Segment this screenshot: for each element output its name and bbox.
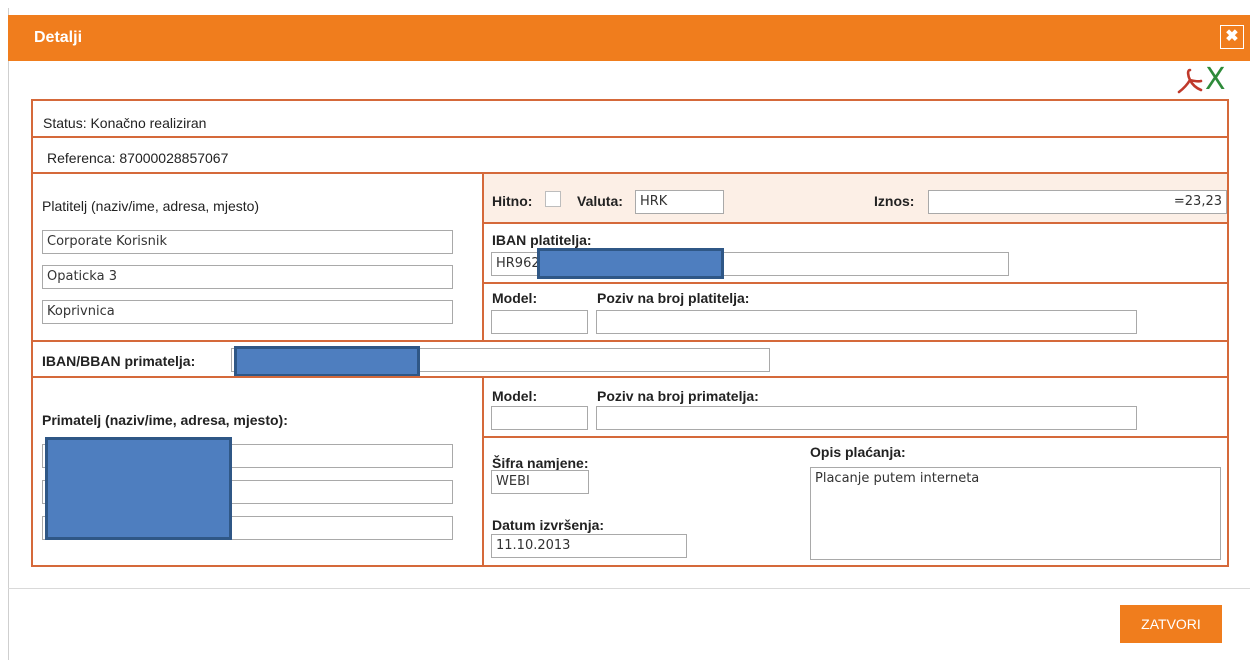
reference-row: Referenca: 87000028857067 bbox=[31, 136, 1229, 174]
redaction-block bbox=[45, 437, 232, 540]
redaction-block bbox=[234, 346, 420, 377]
payer-heading: Platitelj (naziv/ime, adresa, mjesto) bbox=[42, 198, 260, 214]
payer-model-label: Model: bbox=[492, 290, 538, 306]
amount-field[interactable]: =23,23 bbox=[928, 190, 1227, 214]
excel-icon[interactable]: X bbox=[1205, 62, 1226, 97]
execution-date-field[interactable]: 11.10.2013 bbox=[491, 534, 687, 558]
currency-field[interactable]: HRK bbox=[635, 190, 724, 214]
execution-date-label: Datum izvršenja: bbox=[492, 517, 605, 533]
reference-text: Referenca: 87000028857067 bbox=[47, 150, 229, 166]
payer-ref-label: Poziv na broj platitelja: bbox=[597, 290, 750, 306]
dialog-title: Detalji bbox=[34, 29, 83, 46]
description-field[interactable]: Placanje putem interneta bbox=[810, 467, 1221, 560]
recipient-iban-label: IBAN/BBAN primatelja: bbox=[42, 353, 196, 369]
close-button[interactable]: ZATVORI bbox=[1120, 605, 1222, 643]
recipient-ref-field[interactable] bbox=[596, 406, 1137, 430]
recipient-heading: Primatelj (naziv/ime, adresa, mjesto): bbox=[42, 412, 288, 428]
recipient-reference-section: Model: Poziv na broj primatelja: bbox=[482, 376, 1229, 438]
payer-model-field[interactable] bbox=[491, 310, 588, 334]
pdf-icon[interactable] bbox=[1177, 68, 1203, 94]
purpose-field[interactable]: WEBI bbox=[491, 470, 589, 494]
payer-iban-label: IBAN platitelja: bbox=[492, 232, 592, 248]
payment-details-section: Šifra namjene: WEBI Datum izvršenja: 11.… bbox=[482, 436, 1229, 567]
close-icon[interactable]: ✖ bbox=[1220, 25, 1244, 49]
recipient-ref-label: Poziv na broj primatelja: bbox=[597, 388, 759, 404]
payer-name-field[interactable]: Corporate Korisnik bbox=[42, 230, 453, 254]
recipient-model-field[interactable] bbox=[491, 406, 588, 430]
urgent-checkbox[interactable] bbox=[545, 191, 561, 207]
payer-city-field[interactable]: Koprivnica bbox=[42, 300, 453, 324]
payer-section: Platitelj (naziv/ime, adresa, mjesto) Co… bbox=[31, 172, 484, 342]
payer-ref-field[interactable] bbox=[596, 310, 1137, 334]
payment-row: Hitno: Valuta: HRK Iznos: =23,23 bbox=[482, 172, 1229, 224]
footer-divider bbox=[8, 588, 1250, 589]
amount-label: Iznos: bbox=[874, 193, 915, 209]
payer-address-field[interactable]: Opaticka 3 bbox=[42, 265, 453, 289]
recipient-model-label: Model: bbox=[492, 388, 538, 404]
status-row: Status: Konačno realiziran bbox=[31, 99, 1229, 138]
status-text: Status: Konačno realiziran bbox=[43, 115, 207, 131]
currency-label: Valuta: bbox=[577, 193, 623, 209]
description-label: Opis plaćanja: bbox=[810, 444, 906, 460]
recipient-iban-row: IBAN/BBAN primatelja: H bbox=[31, 340, 1229, 378]
purpose-label: Šifra namjene: bbox=[492, 455, 589, 471]
payer-reference-section: Model: Poziv na broj platitelja: bbox=[482, 282, 1229, 342]
dialog-titlebar: Detalji ✖ bbox=[8, 15, 1250, 61]
redaction-block bbox=[537, 248, 724, 279]
urgent-label: Hitno: bbox=[492, 193, 533, 209]
